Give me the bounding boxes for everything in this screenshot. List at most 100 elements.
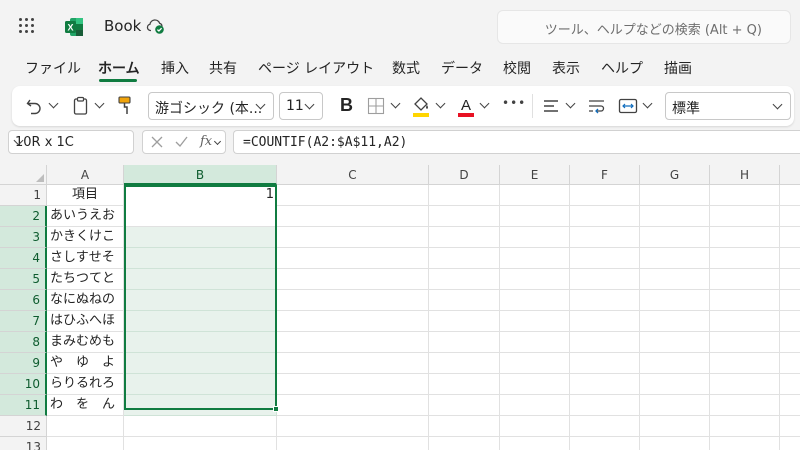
cell-a12[interactable] bbox=[47, 416, 124, 437]
cell-f13[interactable] bbox=[570, 437, 640, 450]
paste-dropdown-chevron-icon[interactable] bbox=[94, 98, 105, 109]
cell-g1[interactable] bbox=[640, 185, 710, 206]
cell-e1[interactable] bbox=[500, 185, 570, 206]
cell-h4[interactable] bbox=[710, 248, 780, 269]
cell-f7[interactable] bbox=[570, 311, 640, 332]
cell-b7[interactable] bbox=[124, 311, 277, 332]
cell-h1[interactable] bbox=[710, 185, 780, 206]
cell-d3[interactable] bbox=[429, 227, 500, 248]
cloud-saved-icon[interactable] bbox=[146, 17, 166, 35]
cell-overflow[interactable] bbox=[780, 290, 800, 311]
cell-d13[interactable] bbox=[429, 437, 500, 450]
fill-color-icon[interactable] bbox=[411, 94, 431, 118]
cell-h12[interactable] bbox=[710, 416, 780, 437]
wrap-text-icon[interactable] bbox=[587, 97, 607, 115]
confirm-check-icon[interactable] bbox=[175, 136, 188, 148]
cell-a1[interactable]: 項目 bbox=[47, 185, 124, 206]
cell-h11[interactable] bbox=[710, 395, 780, 416]
cell-overflow[interactable] bbox=[780, 374, 800, 395]
column-header-c[interactable]: C bbox=[277, 165, 429, 185]
cell-overflow[interactable] bbox=[780, 269, 800, 290]
cell-g3[interactable] bbox=[640, 227, 710, 248]
cell-b4[interactable] bbox=[124, 248, 277, 269]
cell-f3[interactable] bbox=[570, 227, 640, 248]
cell-c8[interactable] bbox=[277, 332, 429, 353]
column-header-h[interactable]: H bbox=[710, 165, 780, 185]
cell-h13[interactable] bbox=[710, 437, 780, 450]
font-color-dropdown-chevron-icon[interactable] bbox=[479, 98, 490, 109]
cell-h7[interactable] bbox=[710, 311, 780, 332]
format-painter-icon[interactable] bbox=[116, 95, 134, 117]
cell-e3[interactable] bbox=[500, 227, 570, 248]
cell-f10[interactable] bbox=[570, 374, 640, 395]
cell-d10[interactable] bbox=[429, 374, 500, 395]
cell-e13[interactable] bbox=[500, 437, 570, 450]
cell-h3[interactable] bbox=[710, 227, 780, 248]
cell-b5[interactable] bbox=[124, 269, 277, 290]
cell-g8[interactable] bbox=[640, 332, 710, 353]
undo-dropdown-chevron-icon[interactable] bbox=[48, 98, 59, 109]
cell-d11[interactable] bbox=[429, 395, 500, 416]
cell-c9[interactable] bbox=[277, 353, 429, 374]
cell-overflow[interactable] bbox=[780, 185, 800, 206]
merge-dropdown-chevron-icon[interactable] bbox=[642, 98, 653, 109]
cell-h5[interactable] bbox=[710, 269, 780, 290]
row-header-13[interactable]: 13 bbox=[0, 437, 47, 450]
cell-b10[interactable] bbox=[124, 374, 277, 395]
app-launcher-icon[interactable] bbox=[19, 18, 35, 34]
bold-button[interactable]: B bbox=[340, 95, 353, 116]
fill-handle[interactable] bbox=[273, 406, 279, 412]
column-header-b[interactable]: B bbox=[124, 165, 277, 185]
cell-a6[interactable]: なにぬねの bbox=[47, 290, 124, 311]
cell-e12[interactable] bbox=[500, 416, 570, 437]
cell-b13[interactable] bbox=[124, 437, 277, 450]
cell-d4[interactable] bbox=[429, 248, 500, 269]
cell-a8[interactable]: まみむめも bbox=[47, 332, 124, 353]
cell-b9[interactable] bbox=[124, 353, 277, 374]
cell-e5[interactable] bbox=[500, 269, 570, 290]
borders-icon[interactable] bbox=[367, 97, 385, 115]
tab-share[interactable]: 共有 bbox=[209, 58, 237, 78]
cell-c3[interactable] bbox=[277, 227, 429, 248]
cell-c1[interactable] bbox=[277, 185, 429, 206]
cell-b2[interactable] bbox=[124, 206, 277, 227]
select-all-corner[interactable] bbox=[0, 165, 47, 185]
row-header-10[interactable]: 10 bbox=[0, 374, 47, 395]
cell-c11[interactable] bbox=[277, 395, 429, 416]
cell-b2[interactable]: 1 bbox=[124, 185, 277, 206]
cell-a11[interactable]: わ を ん bbox=[47, 395, 124, 416]
cell-f8[interactable] bbox=[570, 332, 640, 353]
row-header-11[interactable]: 11 bbox=[0, 395, 47, 416]
cell-c4[interactable] bbox=[277, 248, 429, 269]
cell-g5[interactable] bbox=[640, 269, 710, 290]
cell-g4[interactable] bbox=[640, 248, 710, 269]
search-box[interactable]: ツール、ヘルプなどの検索 (Alt + Q) bbox=[497, 10, 791, 44]
cell-c2[interactable] bbox=[277, 206, 429, 227]
cell-h8[interactable] bbox=[710, 332, 780, 353]
column-header-g[interactable]: G bbox=[640, 165, 710, 185]
row-header-12[interactable]: 12 bbox=[0, 416, 47, 437]
tab-insert[interactable]: 挿入 bbox=[161, 58, 189, 78]
cell-d1[interactable] bbox=[429, 185, 500, 206]
column-header-a[interactable]: A bbox=[47, 165, 124, 185]
formula-input[interactable]: =COUNTIF(A2:$A$11,A2) bbox=[233, 130, 800, 154]
row-header-9[interactable]: 9 bbox=[0, 353, 47, 374]
tab-review[interactable]: 校閲 bbox=[503, 58, 531, 78]
cell-c12[interactable] bbox=[277, 416, 429, 437]
document-title[interactable]: Book bbox=[104, 17, 141, 35]
tab-draw[interactable]: 描画 bbox=[664, 58, 692, 78]
tab-page-layout[interactable]: ページ レイアウト bbox=[258, 58, 374, 78]
cell-c6[interactable] bbox=[277, 290, 429, 311]
merge-cells-icon[interactable] bbox=[618, 97, 638, 115]
cell-c10[interactable] bbox=[277, 374, 429, 395]
cell-a4[interactable]: さしすせそ bbox=[47, 248, 124, 269]
cell-a2[interactable]: あいうえお bbox=[47, 206, 124, 227]
cell-a9[interactable]: や ゆ よ bbox=[47, 353, 124, 374]
cell-overflow[interactable] bbox=[780, 416, 800, 437]
cell-f5[interactable] bbox=[570, 269, 640, 290]
cell-b11[interactable] bbox=[124, 395, 277, 416]
align-icon[interactable] bbox=[542, 97, 560, 115]
cell-overflow[interactable] bbox=[780, 227, 800, 248]
cell-h9[interactable] bbox=[710, 353, 780, 374]
cell-a3[interactable]: かきくけこ bbox=[47, 227, 124, 248]
